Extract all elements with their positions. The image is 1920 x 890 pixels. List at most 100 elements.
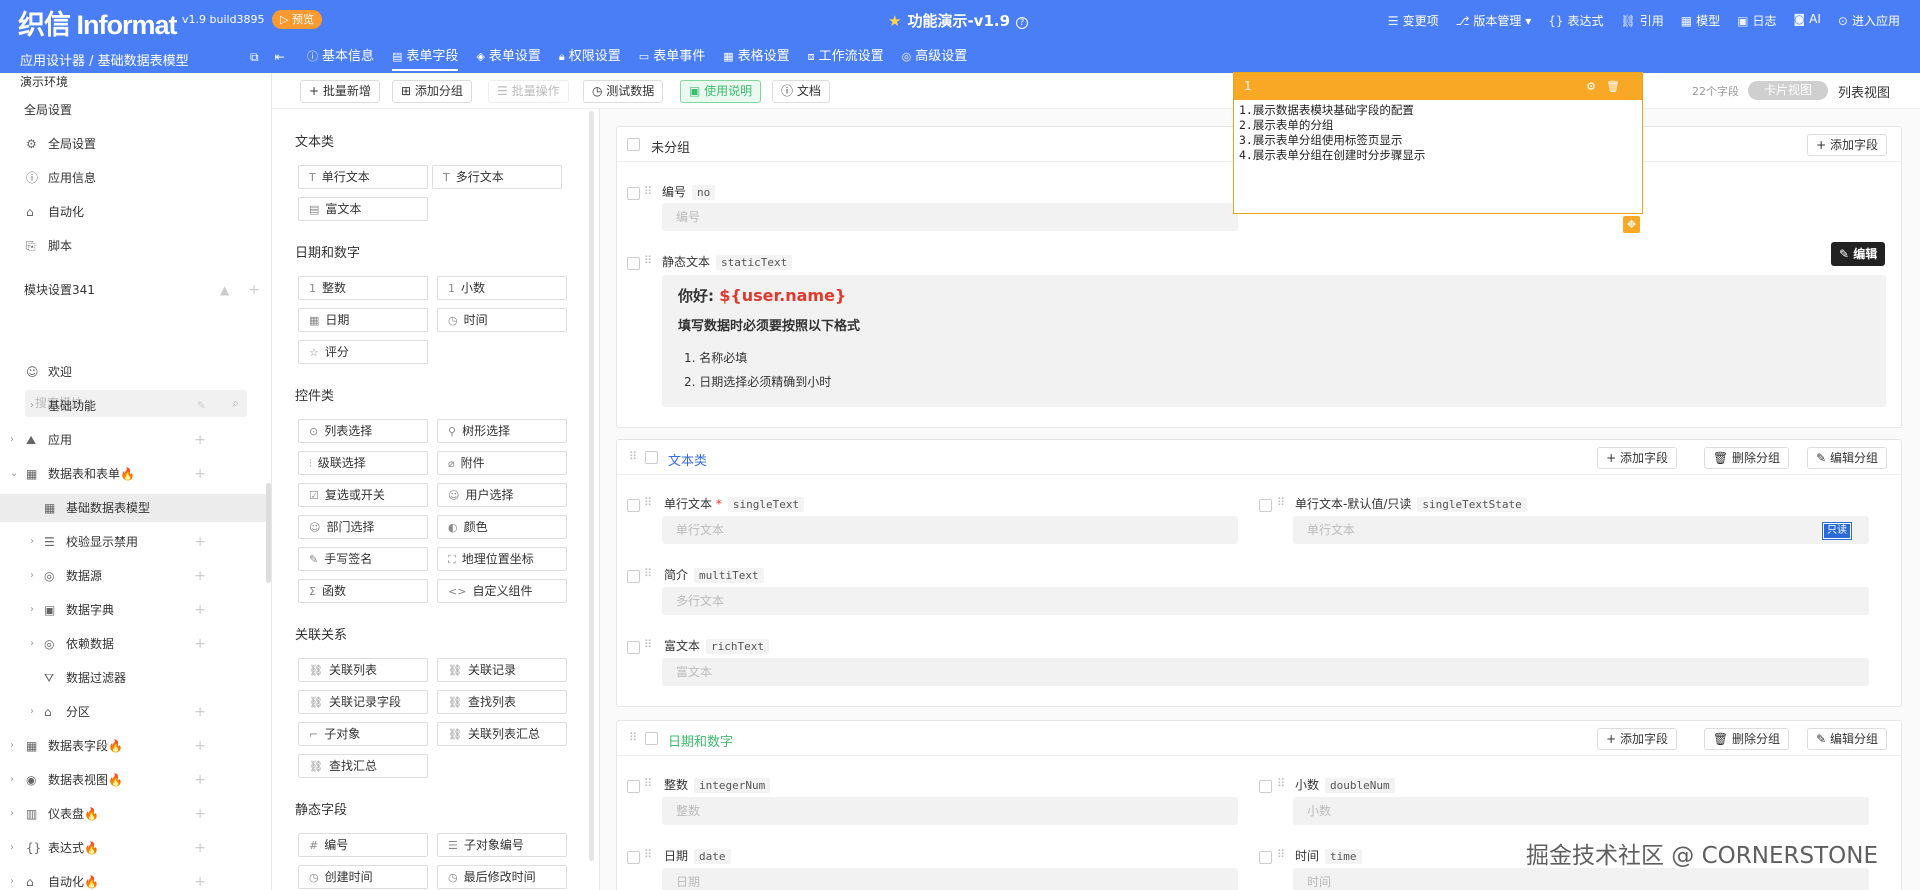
field-input-single-text-state[interactable]: 单行文本 只读 bbox=[1293, 516, 1869, 544]
field-checkbox[interactable] bbox=[627, 499, 640, 512]
tab-basic-info[interactable]: ⓘ 基本信息 bbox=[298, 41, 383, 73]
palette-rich-text[interactable]: ▤ 富文本 bbox=[298, 197, 428, 221]
docs-button[interactable]: ⓘ 文档 bbox=[772, 80, 830, 103]
sort-icon[interactable]: ▲ bbox=[220, 276, 229, 304]
collapse-icon[interactable]: ⇤ bbox=[275, 50, 285, 64]
palette-cascade-select[interactable]: ⫶ 级联选择 bbox=[298, 451, 428, 475]
sidebar-item-dictionary[interactable]: › ▣ 数据字典 + bbox=[0, 596, 271, 624]
drag-handle-icon[interactable]: ⠿ bbox=[1277, 777, 1285, 790]
sidebar-item-app-info[interactable]: ⓘ 应用信息 bbox=[0, 164, 271, 192]
palette-list-select[interactable]: ⊙ 列表选择 bbox=[298, 419, 428, 443]
palette-child-object[interactable]: ⌐ 子对象 bbox=[298, 722, 428, 746]
palette-relation-list[interactable]: ⛓ 关联列表 bbox=[298, 658, 428, 682]
field-input-time[interactable]: 时间 bbox=[1293, 868, 1869, 890]
drag-handle-icon[interactable]: ⠿ bbox=[644, 254, 652, 267]
palette-time[interactable]: ◷ 时间 bbox=[437, 308, 567, 332]
tab-advanced[interactable]: ◎ 高级设置 bbox=[893, 41, 977, 73]
field-checkbox[interactable] bbox=[627, 570, 640, 583]
tab-form-settings[interactable]: ◈ 表单设置 bbox=[467, 41, 549, 73]
field-input-multi-text[interactable]: 多行文本 bbox=[662, 587, 1869, 615]
palette-custom-component[interactable]: <> 自定义组件 bbox=[437, 579, 567, 603]
nav-expression[interactable]: {} 表达式 bbox=[1548, 12, 1603, 29]
palette-user-select[interactable]: ☺ 用户选择 bbox=[437, 483, 567, 507]
palette-location[interactable]: ⛶ 地理位置坐标 bbox=[437, 547, 567, 571]
drag-handle-icon[interactable]: ⠿ bbox=[629, 450, 637, 463]
edit-group-button[interactable]: ✎ 编辑分组 bbox=[1807, 447, 1887, 469]
add-icon[interactable]: + bbox=[194, 834, 206, 862]
sidebar-item-basic-features[interactable]: › 基础功能 ✎ bbox=[0, 392, 271, 420]
add-field-button[interactable]: + 添加字段 bbox=[1597, 447, 1677, 469]
drag-handle-icon[interactable]: ⠿ bbox=[644, 638, 652, 651]
add-icon[interactable]: + bbox=[194, 868, 206, 890]
add-icon[interactable]: + bbox=[194, 426, 206, 454]
test-data-button[interactable]: ◷ 测试数据 bbox=[583, 80, 664, 103]
field-checkbox[interactable] bbox=[627, 780, 640, 793]
sidebar-item-global-settings[interactable]: ⚙ 全局设置 bbox=[0, 130, 271, 158]
palette-scrollbar[interactable] bbox=[589, 111, 594, 861]
palette-create-time[interactable]: ◷ 创建时间 bbox=[298, 865, 428, 889]
field-checkbox[interactable] bbox=[627, 641, 640, 654]
field-input-date[interactable]: 日期 bbox=[662, 868, 1238, 890]
edit-group-button[interactable]: ✎ 编辑分组 bbox=[1807, 728, 1887, 750]
palette-serial-no[interactable]: # 编号 bbox=[298, 833, 428, 857]
sidebar-item-data-filter[interactable]: ⛛ 数据过滤器 bbox=[0, 664, 271, 692]
sidebar-item-automation[interactable]: ⌂ 自动化 bbox=[0, 198, 271, 226]
drag-handle-icon[interactable]: ⠿ bbox=[644, 777, 652, 790]
nav-changes[interactable]: ☰ 变更项 bbox=[1388, 12, 1439, 29]
nav-reference[interactable]: ⛓ 引用 bbox=[1621, 12, 1664, 29]
usage-guide-button[interactable]: ▣ 使用说明 bbox=[680, 80, 762, 103]
field-input-single-text[interactable]: 单行文本 bbox=[662, 516, 1238, 544]
sidebar-item-basic-table-model[interactable]: ▦ 基础数据表模型 bbox=[0, 494, 271, 522]
tab-form-events[interactable]: ▭ 表单事件 bbox=[630, 41, 714, 73]
add-icon[interactable]: + bbox=[194, 630, 206, 658]
palette-attachment[interactable]: ⌀ 附件 bbox=[437, 451, 567, 475]
add-module-icon[interactable]: + bbox=[248, 276, 260, 304]
note-body[interactable]: 1.展示数据表模块基础字段的配置 2.展示表单的分组 3.展示表单分组使用标签页… bbox=[1234, 100, 1642, 166]
sidebar-item-app[interactable]: › ⛰ 应用 + bbox=[0, 426, 271, 454]
palette-function[interactable]: Σ 函数 bbox=[298, 579, 428, 603]
nav-enter-app[interactable]: ⊙ 进入应用 bbox=[1838, 12, 1900, 29]
tab-table-settings[interactable]: ▦ 表格设置 bbox=[714, 41, 798, 73]
palette-lookup-list[interactable]: ⛓ 查找列表 bbox=[437, 690, 567, 714]
add-icon[interactable]: + bbox=[194, 766, 206, 794]
field-checkbox[interactable] bbox=[1259, 851, 1272, 864]
add-icon[interactable]: + bbox=[194, 596, 206, 624]
group-checkbox[interactable] bbox=[627, 138, 640, 151]
nav-model[interactable]: ▦ 模型 bbox=[1681, 12, 1720, 29]
add-icon[interactable]: + bbox=[194, 562, 206, 590]
batch-operation-button[interactable]: ☰ 批量操作 bbox=[488, 80, 569, 103]
drag-handle-icon[interactable]: ⠿ bbox=[1277, 496, 1285, 509]
card-view-toggle[interactable]: 卡片视图 bbox=[1748, 81, 1828, 100]
tab-form-fields[interactable]: ▤ 表单字段 bbox=[383, 41, 467, 73]
sidebar-item-validation[interactable]: › ☰ 校验显示禁用 + bbox=[0, 528, 271, 556]
sidebar-item-datasource[interactable]: › ◎ 数据源 + bbox=[0, 562, 271, 590]
nav-version[interactable]: ⎇ 版本管理 ▾ bbox=[1456, 12, 1532, 29]
nav-log[interactable]: ▣ 日志 bbox=[1737, 12, 1776, 29]
field-checkbox[interactable] bbox=[627, 187, 640, 200]
field-checkbox[interactable] bbox=[1259, 499, 1272, 512]
sidebar-item-partition[interactable]: › ⌂ 分区 + bbox=[0, 698, 271, 726]
palette-rating[interactable]: ☆ 评分 bbox=[298, 340, 428, 364]
sidebar-item-script[interactable]: ⎘ 脚本 bbox=[0, 232, 271, 260]
palette-relation-summary[interactable]: ⛓ 关联列表汇总 bbox=[437, 722, 567, 746]
move-icon[interactable]: ✥ bbox=[1623, 216, 1640, 233]
add-field-button[interactable]: + 添加字段 bbox=[1807, 134, 1887, 156]
tab-permission[interactable]: 🔒︎ 权限设置 bbox=[550, 41, 630, 73]
field-checkbox[interactable] bbox=[1259, 780, 1272, 793]
preview-button[interactable]: ▷ 预览 bbox=[272, 10, 322, 29]
delete-group-button[interactable]: 🗑︎ 删除分组 bbox=[1703, 447, 1789, 469]
palette-dept-select[interactable]: ☺ 部门选择 bbox=[298, 515, 428, 539]
palette-tree-select[interactable]: ⚲ 树形选择 bbox=[437, 419, 567, 443]
palette-relation-record[interactable]: ⛓ 关联记录 bbox=[437, 658, 567, 682]
sidebar-scrollbar[interactable] bbox=[266, 483, 271, 583]
drag-handle-icon[interactable]: ⠿ bbox=[644, 848, 652, 861]
copy-icon[interactable]: ⧉ bbox=[250, 50, 259, 64]
add-group-button[interactable]: ⊞ 添加分组 bbox=[392, 80, 472, 103]
trash-icon[interactable]: 🗑︎ bbox=[1606, 73, 1620, 100]
palette-icon[interactable]: ⚙ bbox=[1586, 73, 1596, 100]
drag-handle-icon[interactable]: ⠿ bbox=[644, 496, 652, 509]
drag-handle-icon[interactable]: ⠿ bbox=[644, 185, 652, 198]
batch-add-button[interactable]: + 批量新增 bbox=[300, 80, 380, 103]
palette-multi-text[interactable]: T 多行文本 bbox=[432, 165, 562, 189]
field-input-rich-text[interactable]: 富文本 bbox=[662, 658, 1869, 686]
